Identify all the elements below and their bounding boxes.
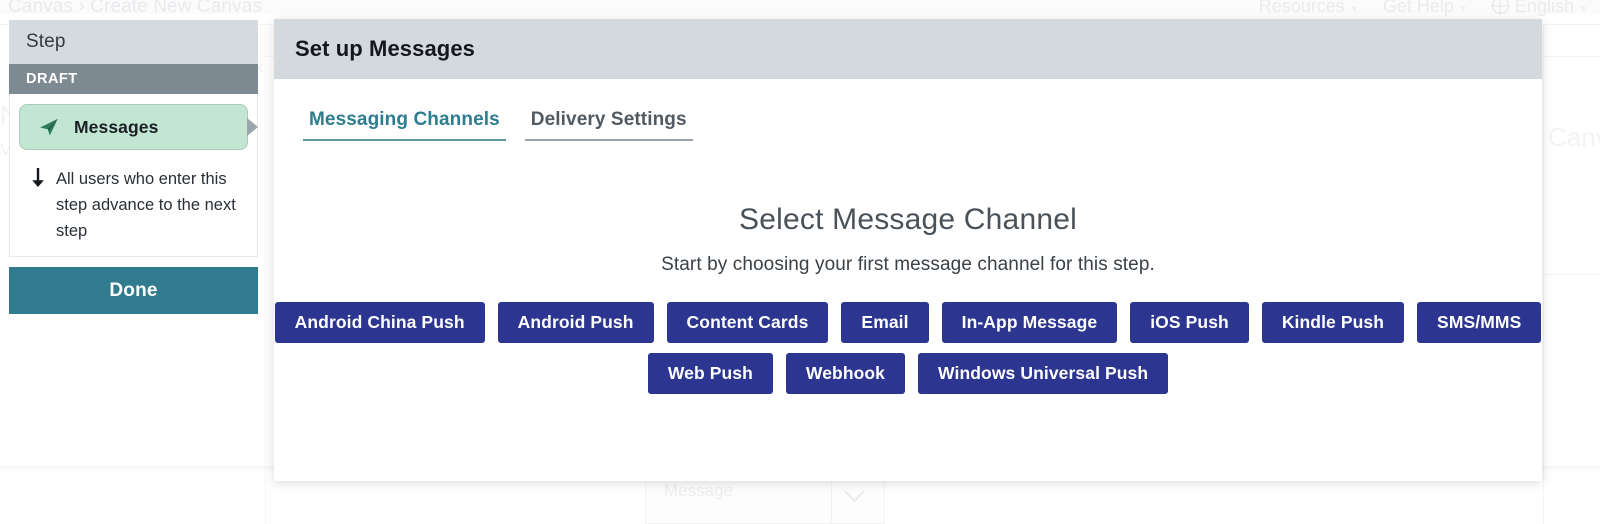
empty-state-subtitle: Start by choosing your first message cha… bbox=[661, 254, 1155, 275]
step-panel-header: Step bbox=[9, 20, 258, 64]
tab-delivery-settings[interactable]: Delivery Settings bbox=[524, 109, 693, 141]
step-panel: Step DRAFT Messages All users who enter … bbox=[9, 20, 258, 314]
topnav-resources-label: Resources bbox=[1258, 0, 1345, 16]
topnav-item-resources[interactable]: Resources ▾ bbox=[1259, 0, 1357, 17]
chevron-down-icon: ▾ bbox=[1580, 4, 1586, 15]
chevron-down-icon: ▾ bbox=[1351, 4, 1357, 15]
channel-button-web-push[interactable]: Web Push bbox=[647, 353, 773, 394]
done-button[interactable]: Done bbox=[9, 267, 258, 314]
topnav-item-get-help[interactable]: Get Help ▾ bbox=[1383, 0, 1466, 17]
advance-note: All users who enter this step advance to… bbox=[19, 166, 248, 244]
status-badge-label: DRAFT bbox=[26, 71, 78, 87]
globe-icon bbox=[1491, 0, 1509, 14]
panel-divider bbox=[265, 25, 266, 524]
channel-button-row: Web Push Webhook Windows Universal Push bbox=[274, 353, 1542, 394]
down-arrow-icon bbox=[32, 168, 44, 187]
messages-step-card[interactable]: Messages bbox=[19, 104, 258, 150]
channel-button-android-push[interactable]: Android Push bbox=[497, 302, 654, 343]
topnav-item-language[interactable]: English ▾ bbox=[1491, 0, 1586, 17]
setup-messages-modal: Set up Messages Messaging Channels Deliv… bbox=[274, 19, 1542, 481]
breadcrumb[interactable]: Canvas › Create New Canvas bbox=[8, 0, 262, 18]
channel-button-email[interactable]: Email bbox=[841, 302, 929, 343]
right-arrow-icon bbox=[247, 118, 258, 136]
messages-step-card-label: Messages bbox=[74, 116, 159, 137]
channel-button-sms-mms[interactable]: SMS/MMS bbox=[1417, 302, 1542, 343]
tab-messaging-channels[interactable]: Messaging Channels bbox=[303, 109, 506, 141]
right-panel-rule bbox=[1544, 274, 1600, 275]
topnav-language-label: English bbox=[1514, 0, 1574, 16]
modal-tabs: Messaging Channels Delivery Settings bbox=[274, 79, 1542, 141]
page-title: Step bbox=[26, 31, 66, 52]
channel-button-content-cards[interactable]: Content Cards bbox=[666, 302, 829, 343]
paper-plane-icon bbox=[40, 118, 58, 136]
status-badge: DRAFT bbox=[9, 64, 258, 94]
channel-button-ios-push[interactable]: iOS Push bbox=[1130, 302, 1249, 343]
empty-state-title: Select Message Channel bbox=[739, 203, 1077, 236]
topnav-get-help-label: Get Help bbox=[1382, 0, 1454, 16]
channel-button-windows-universal-push[interactable]: Windows Universal Push bbox=[918, 353, 1169, 394]
channel-button-group: Android China Push Android Push Content … bbox=[274, 302, 1542, 394]
advance-note-text: All users who enter this step advance to… bbox=[56, 170, 236, 240]
empty-state: Select Message Channel Start by choosing… bbox=[274, 203, 1542, 394]
channel-button-android-china-push[interactable]: Android China Push bbox=[274, 302, 485, 343]
modal-title: Set up Messages bbox=[295, 36, 476, 61]
message-dropdown-label: Message bbox=[664, 481, 733, 500]
top-navigation: Resources ▾ Get Help ▾ English ▾ bbox=[1259, 0, 1586, 17]
channel-button-webhook[interactable]: Webhook bbox=[785, 353, 906, 394]
channel-button-row: Android China Push Android Push Content … bbox=[274, 302, 1542, 343]
modal-header: Set up Messages bbox=[274, 19, 1542, 79]
channel-button-kindle-push[interactable]: Kindle Push bbox=[1261, 302, 1405, 343]
faint-canvas-label: Canvas bbox=[1548, 122, 1600, 152]
channel-button-in-app-message[interactable]: In-App Message bbox=[941, 302, 1118, 343]
chevron-down-icon bbox=[843, 480, 866, 503]
step-panel-body: Messages All users who enter this step a… bbox=[9, 94, 258, 257]
chevron-down-icon: ▾ bbox=[1460, 4, 1466, 15]
